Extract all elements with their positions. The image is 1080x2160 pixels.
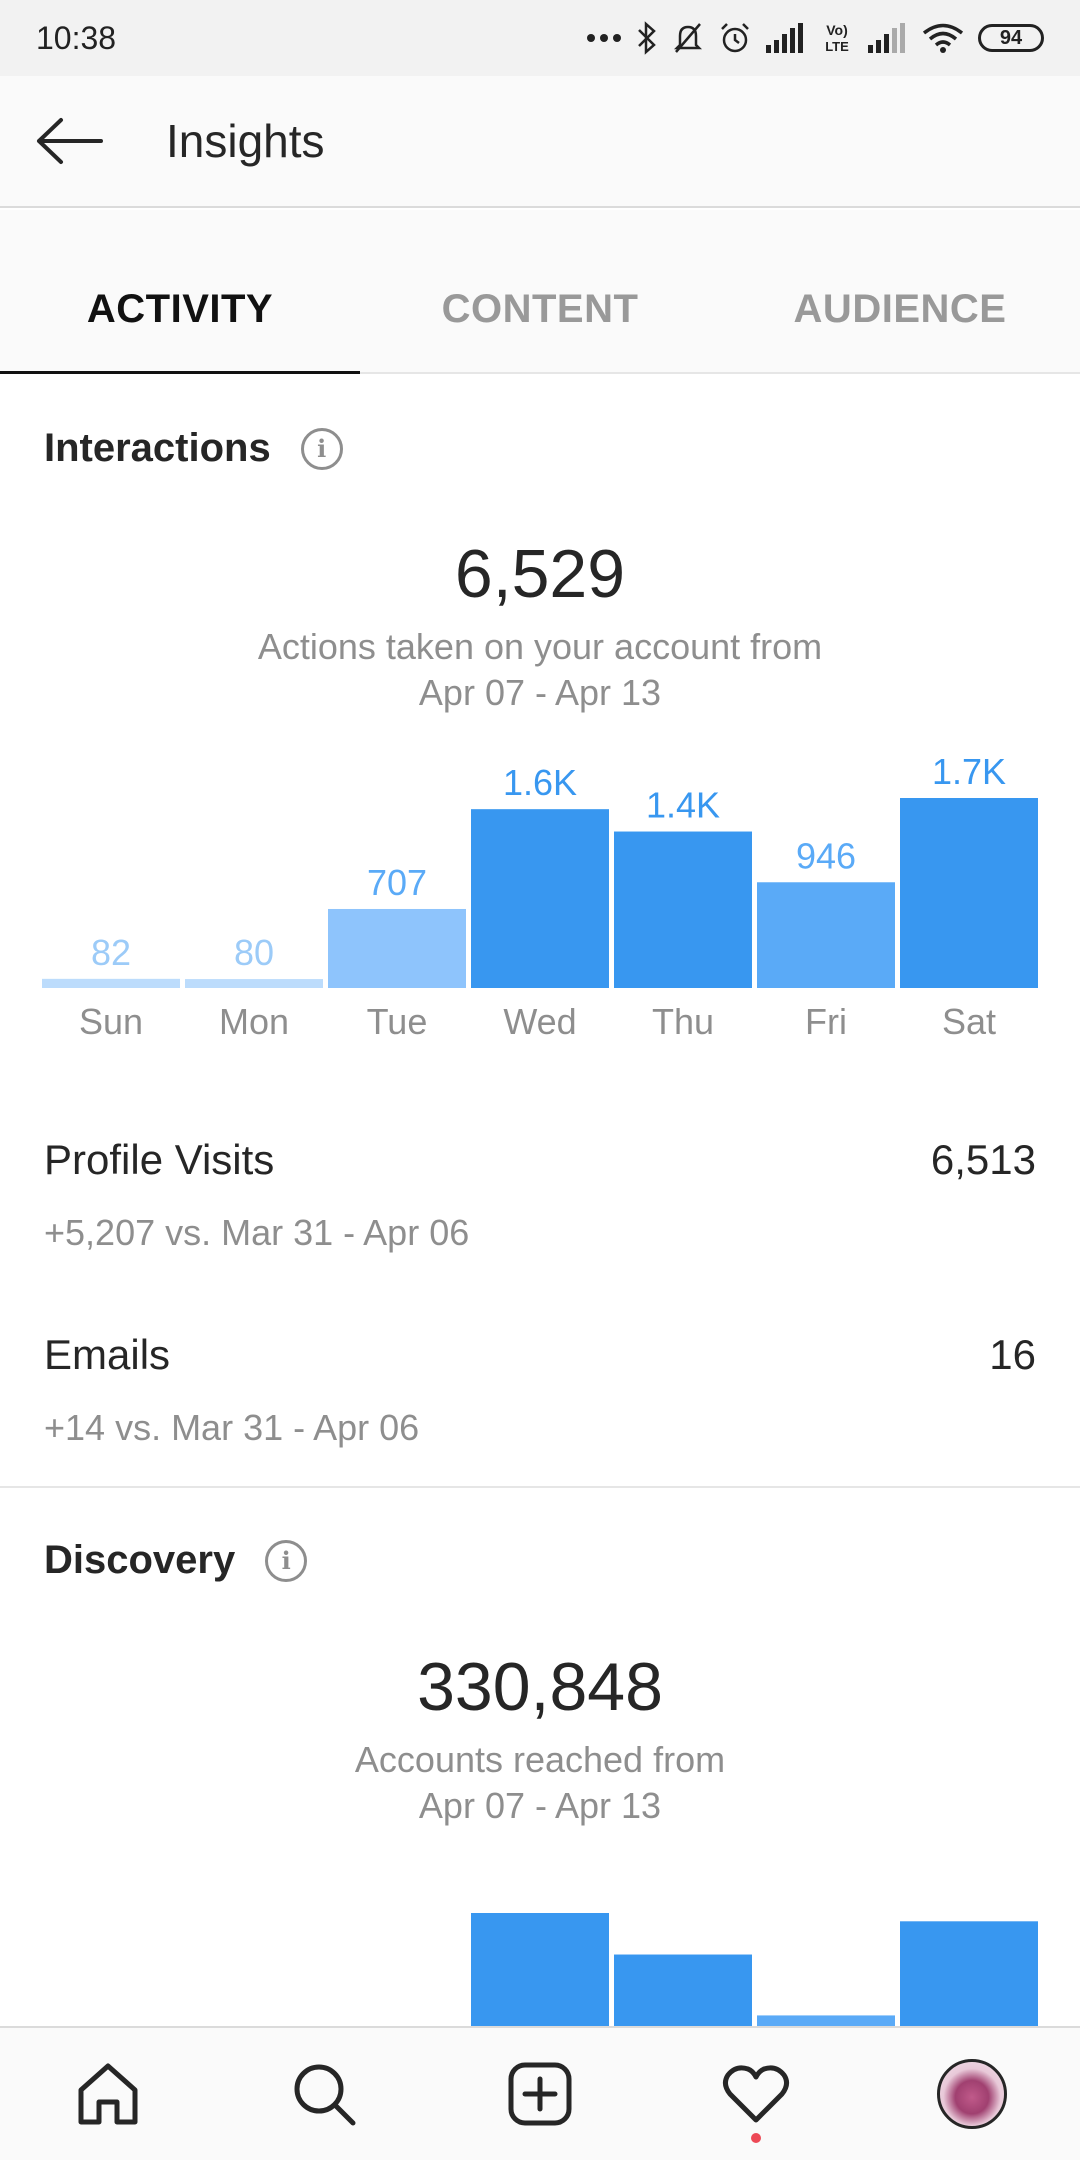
notification-dot xyxy=(751,2133,761,2143)
bar-value-label: 1.7K xyxy=(932,751,1006,792)
emails-row: Emails 16 +14 vs. Mar 31 - Apr 06 xyxy=(44,1331,1036,1449)
battery-level: 94 xyxy=(999,26,1023,49)
add-post-icon xyxy=(508,2062,572,2126)
emails-change: +14 vs. Mar 31 - Apr 06 xyxy=(44,1407,420,1448)
status-icons: Vo) LTE 94 xyxy=(586,21,1044,55)
profile-visits-value: 6,513 xyxy=(930,1136,1036,1183)
status-time: 10:38 xyxy=(36,19,117,56)
search-icon xyxy=(294,2064,356,2126)
nav-profile[interactable] xyxy=(917,2039,1027,2149)
discovery-total: 330,848 xyxy=(417,1649,663,1725)
bottom-nav xyxy=(0,2026,1080,2160)
back-button[interactable] xyxy=(20,91,120,191)
section-divider xyxy=(0,1486,1080,1488)
signal-icon xyxy=(766,23,803,53)
interactions-title-text: Interactions xyxy=(44,426,271,470)
discovery-title: Discovery i xyxy=(44,1538,308,1583)
discovery-caption-line2: Apr 07 - Apr 13 xyxy=(418,1785,662,1826)
nav-new-post[interactable] xyxy=(485,2039,595,2149)
discovery-title-text: Discovery xyxy=(44,1538,236,1582)
interactions-title: Interactions i xyxy=(44,426,343,471)
tab-activity[interactable]: ACTIVITY xyxy=(0,210,360,374)
tab-bar: ACTIVITY CONTENT AUDIENCE xyxy=(0,210,1080,374)
interactions-bar-chart: 82 Sun 80 Mon 707 Tue 1.6K Wed 1.4K Thu 946 Fri 1.7K… xyxy=(42,751,1038,1042)
battery-icon: 94 xyxy=(978,24,1044,52)
discovery-caption-line1: Accounts reached from xyxy=(354,1739,726,1780)
svg-text:Vo): Vo) xyxy=(826,22,848,38)
x-tick-label: Sun xyxy=(79,1001,143,1042)
more-dots-icon xyxy=(587,34,621,42)
discovery-bar-fri xyxy=(757,2015,895,2026)
signal-2-icon xyxy=(868,23,905,53)
emails-label: Emails xyxy=(44,1331,171,1378)
alarm-icon xyxy=(721,23,749,53)
tab-audience[interactable]: AUDIENCE xyxy=(720,210,1080,372)
status-bar: 10:38 Vo) LTE 94 xyxy=(0,0,1080,76)
bar-thu xyxy=(614,831,752,988)
bar-value-label: 946 xyxy=(796,835,856,876)
discovery-bar-wed xyxy=(471,1913,609,2026)
header: Insights xyxy=(0,76,1080,208)
x-tick-label: Fri xyxy=(805,1001,847,1042)
profile-avatar xyxy=(937,2059,1007,2129)
bar-sat xyxy=(900,798,1038,988)
nav-activity[interactable] xyxy=(701,2039,811,2149)
bar-wed xyxy=(471,809,609,988)
profile-visits-label: Profile Visits xyxy=(44,1136,275,1183)
bar-sun xyxy=(42,978,180,988)
bar-mon xyxy=(185,979,323,988)
profile-visits-change: +5,207 vs. Mar 31 - Apr 06 xyxy=(44,1212,470,1253)
heart-icon xyxy=(722,2065,790,2123)
interactions-caption-line2: Apr 07 - Apr 13 xyxy=(418,672,662,713)
discovery-info-icon[interactable]: i xyxy=(265,1539,308,1582)
emails-value: 16 xyxy=(989,1331,1036,1378)
x-tick-label: Sat xyxy=(942,1001,996,1042)
wifi-icon xyxy=(922,23,964,53)
nav-home[interactable] xyxy=(53,2039,163,2149)
bar-value-label: 707 xyxy=(367,862,427,903)
bar-value-label: 1.6K xyxy=(503,762,577,803)
x-tick-label: Wed xyxy=(503,1001,576,1042)
x-tick-label: Tue xyxy=(367,1001,428,1042)
profile-visits-row: Profile Visits 6,513 +5,207 vs. Mar 31 -… xyxy=(44,1136,1036,1254)
silent-bell-icon xyxy=(673,23,703,53)
x-tick-label: Thu xyxy=(652,1001,714,1042)
discovery-bar-chart xyxy=(471,1913,1038,2026)
bar-tue xyxy=(328,908,466,988)
discovery-bar-sat xyxy=(900,1921,1038,2026)
discovery-bar-thu xyxy=(614,1954,752,2026)
x-tick-label: Mon xyxy=(219,1001,289,1042)
bluetooth-icon xyxy=(638,21,656,55)
bar-value-label: 1.4K xyxy=(646,785,720,826)
home-icon xyxy=(78,2063,138,2125)
volte-icon: Vo)LTE xyxy=(825,22,849,54)
bar-fri xyxy=(757,882,895,988)
bar-value-label: 80 xyxy=(234,932,274,973)
interactions-info-icon[interactable]: i xyxy=(300,427,343,470)
nav-search[interactable] xyxy=(269,2039,379,2149)
tab-content[interactable]: CONTENT xyxy=(360,210,720,372)
interactions-total: 6,529 xyxy=(454,536,626,612)
bar-value-label: 82 xyxy=(91,932,131,973)
interactions-caption-line1: Actions taken on your account from xyxy=(257,626,823,667)
page-title: Insights xyxy=(166,115,325,167)
svg-text:LTE: LTE xyxy=(825,39,849,54)
back-arrow-icon xyxy=(37,118,103,164)
